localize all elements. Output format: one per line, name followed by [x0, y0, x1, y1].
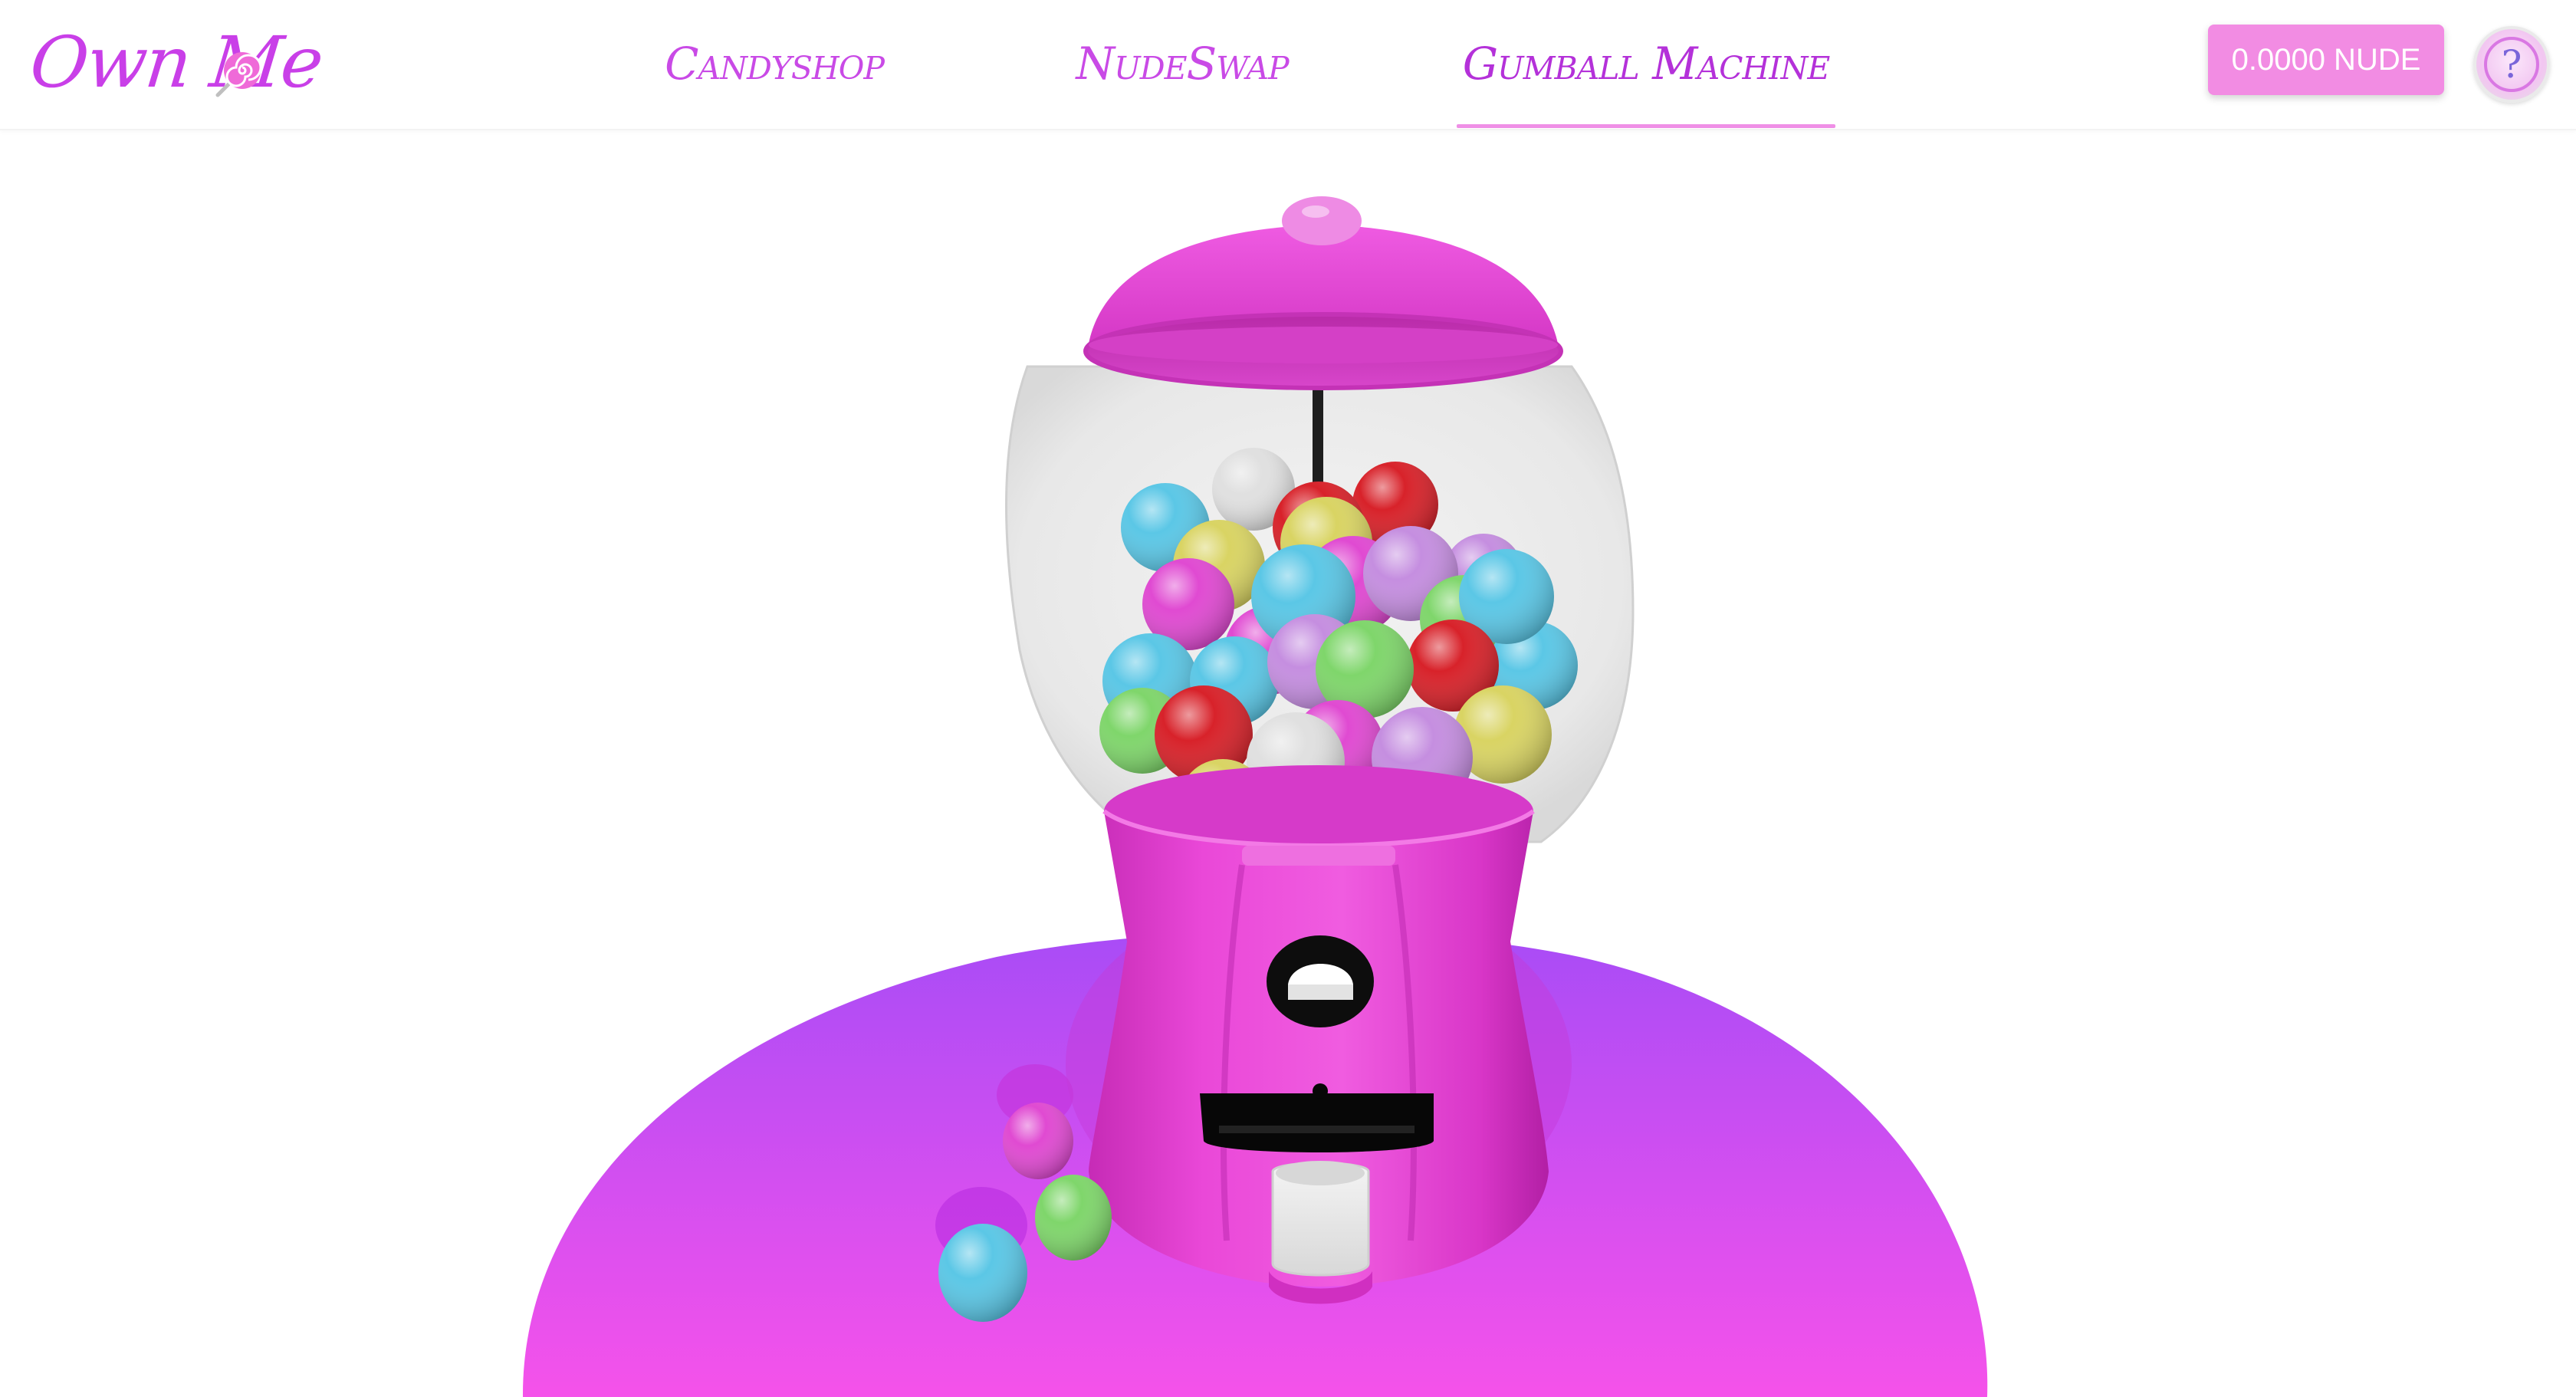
coin-knob[interactable] [1267, 935, 1374, 1027]
gumball-canvas[interactable] [0, 129, 2576, 1397]
tab-gumball-machine-label: Gumball Machine [1462, 38, 1831, 90]
tab-candyshop[interactable]: Candyshop [659, 0, 889, 127]
gumball-machine-scene[interactable] [0, 129, 2576, 1397]
tab-nudeswap[interactable]: NudeSwap [1067, 0, 1297, 127]
gumball-page: Own Me Candyshop NudeSwap Gumball Machin… [0, 0, 2576, 1397]
dispense-slot[interactable] [1200, 1083, 1434, 1152]
logo-text: Own Me [26, 21, 327, 104]
lollipop-icon [215, 52, 262, 97]
question-mark-icon: ? [2501, 42, 2522, 87]
top-navbar: Own Me Candyshop NudeSwap Gumball Machin… [0, 0, 2576, 130]
help-ring: ? [2484, 37, 2539, 92]
tab-nudeswap-label: NudeSwap [1076, 38, 1289, 90]
wallet-balance-button[interactable]: 0.0000 NUDE [2208, 25, 2444, 95]
machine-cap [1083, 196, 1563, 390]
tab-gumball-machine[interactable]: Gumball Machine [1457, 0, 1835, 128]
logo-link[interactable]: Own Me [26, 17, 326, 104]
help-button[interactable]: ? [2473, 26, 2550, 103]
tab-candyshop-label: Candyshop [665, 38, 885, 90]
